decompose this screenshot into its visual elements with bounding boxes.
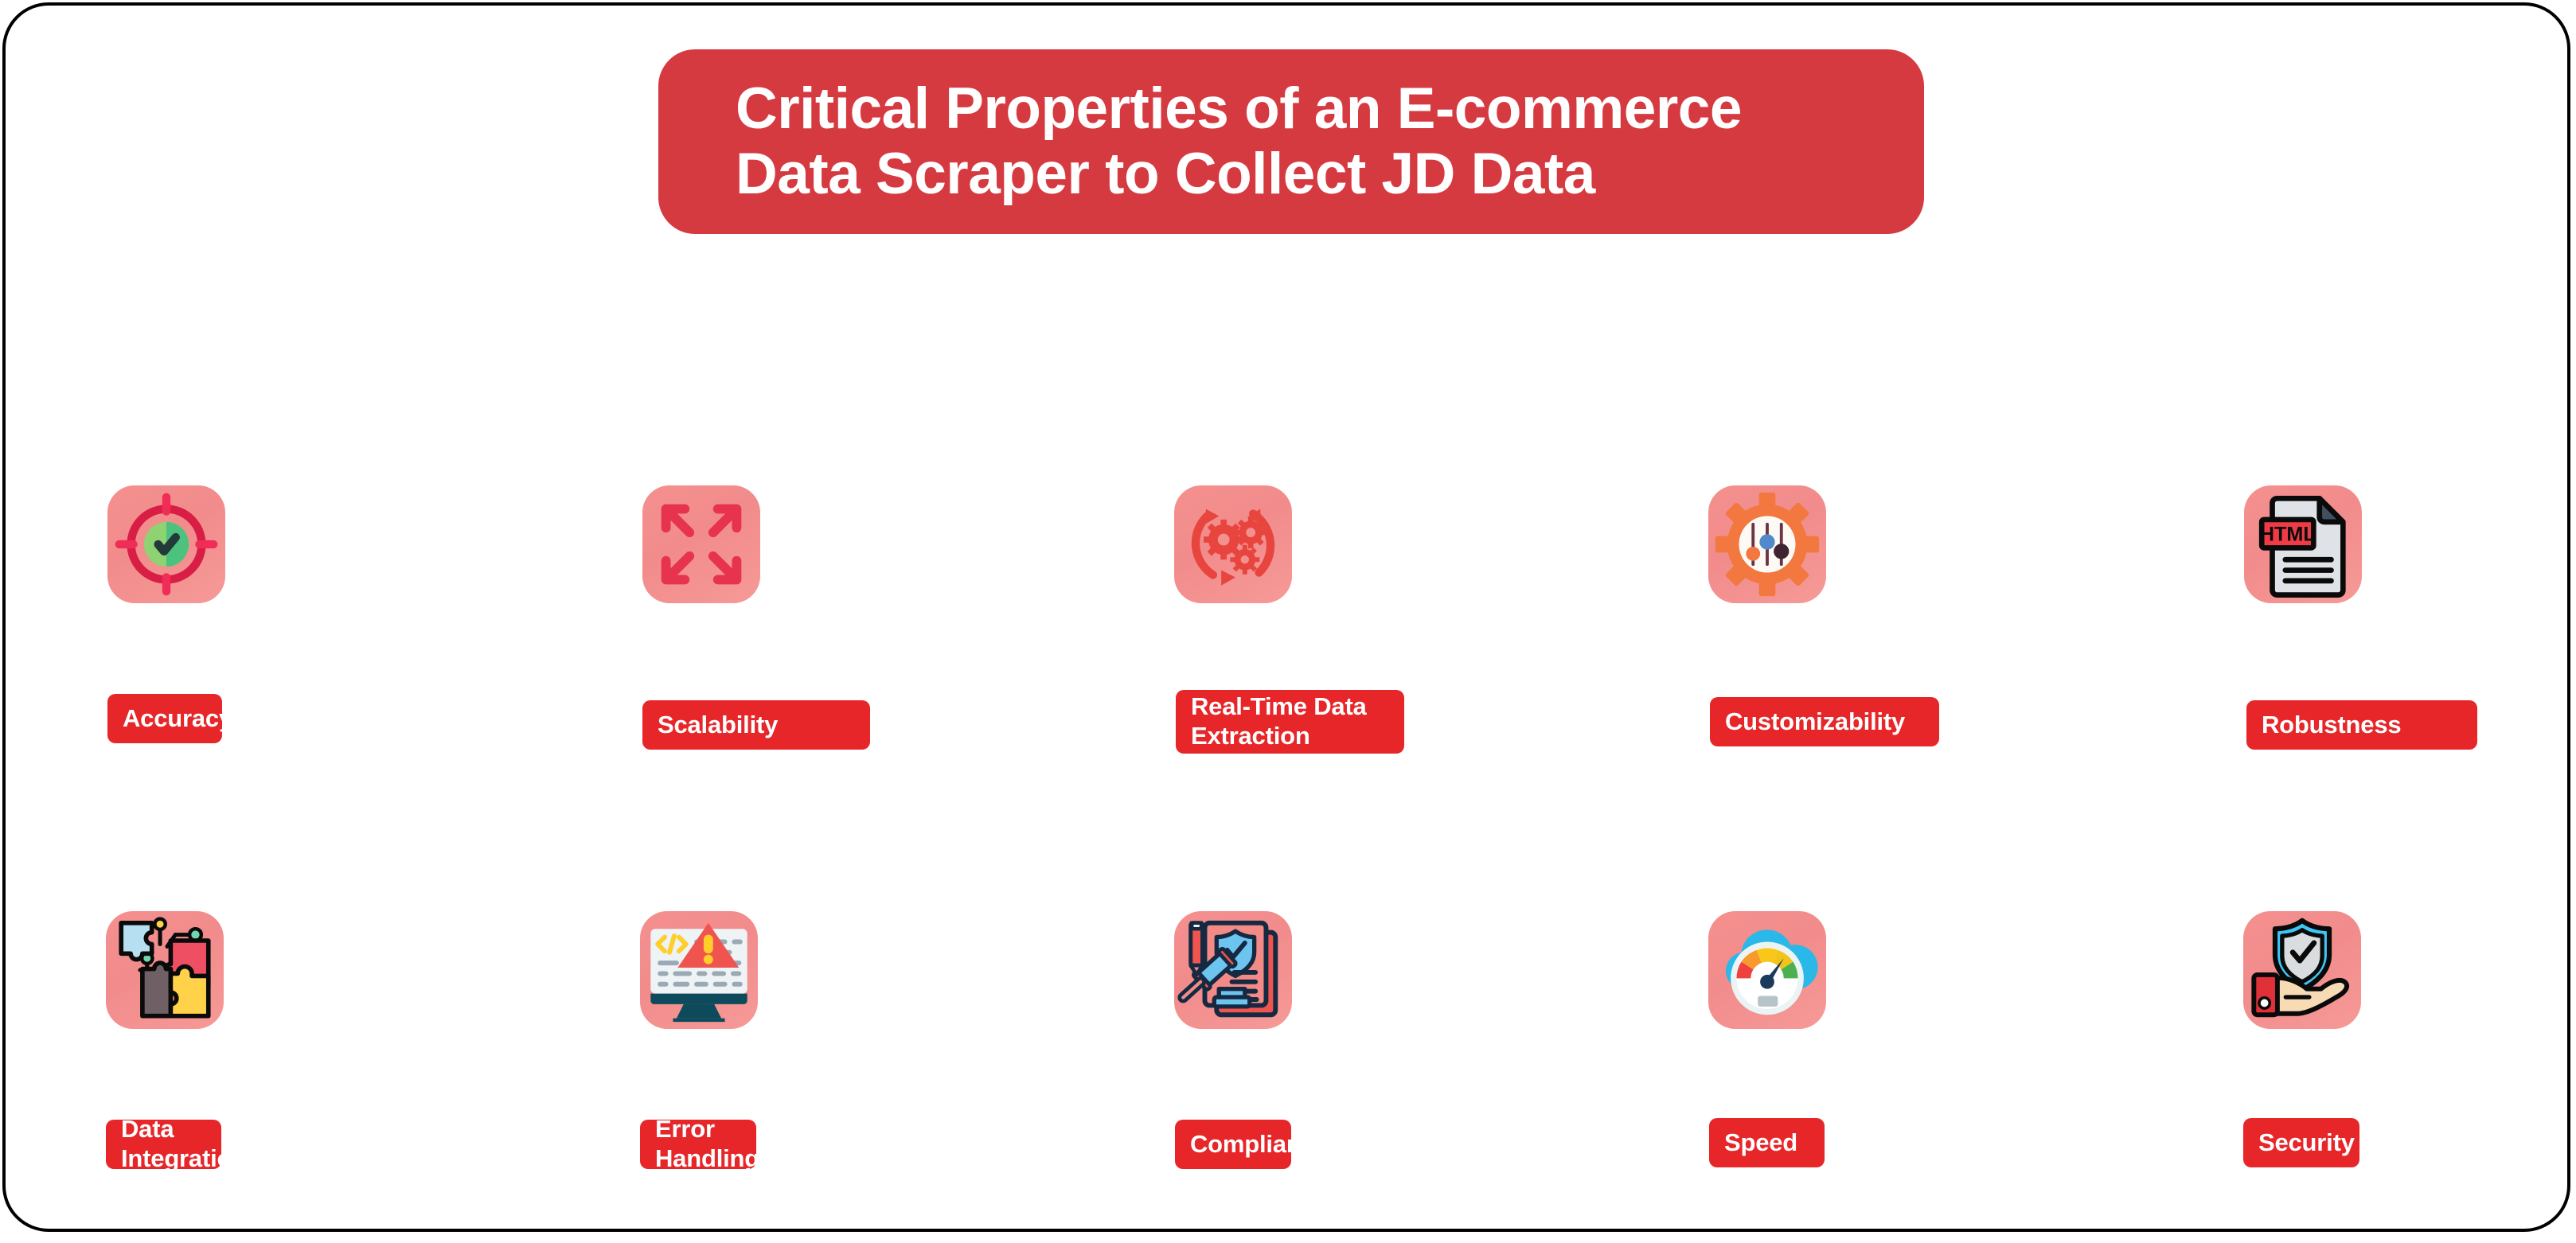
property-label-compliance: Compliance — [1175, 1120, 1329, 1169]
hand-shield-icon — [2243, 911, 2361, 1029]
property-label-error-handling: Error Handling — [640, 1115, 759, 1172]
property-label-accuracy: Accuracy — [107, 694, 232, 743]
property-label-real-time-data-extraction: Real-Time Data Extraction — [1176, 690, 1404, 754]
property-label-speed: Speed — [1709, 1118, 1825, 1167]
infographic-frame: Critical Properties of an E-commerce Dat… — [2, 2, 2570, 1232]
property-label-scalability: Scalability — [642, 700, 870, 750]
property-label-robustness: Robustness — [2246, 700, 2477, 750]
gear-sliders-icon — [1708, 485, 1826, 603]
property-label-security: Security — [2243, 1118, 2359, 1167]
refresh-gears-icon — [1174, 485, 1292, 603]
svg-text:HTML: HTML — [2260, 524, 2316, 546]
cloud-speedometer-icon — [1708, 911, 1826, 1029]
property-label-data-integration: Data Integration — [106, 1115, 247, 1172]
property-label-customizability: Customizability — [1710, 697, 1939, 746]
target-check-icon — [107, 485, 225, 603]
puzzle-circuit-icon — [106, 911, 224, 1029]
document-gavel-shield-icon — [1174, 911, 1292, 1029]
monitor-warning-icon — [640, 911, 758, 1029]
expand-arrows-icon — [642, 485, 760, 603]
properties-grid: Accuracy Scalability Real-Time Data Extr… — [6, 6, 2576, 1243]
html-document-icon: HTML — [2244, 485, 2362, 603]
